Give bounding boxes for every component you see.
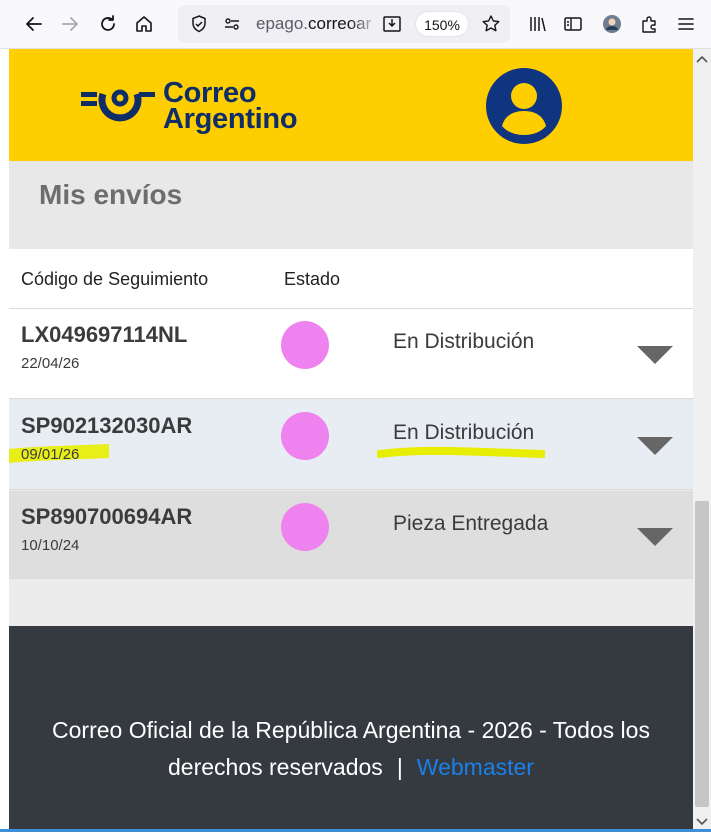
site-header: Correo Argentino — [9, 49, 693, 161]
status-dot-icon — [281, 412, 329, 460]
tracking-code: LX049697114NL — [21, 322, 188, 347]
window-left-edge — [0, 49, 9, 832]
page-viewport: Correo Argentino Mis envíos Código de Se… — [9, 49, 693, 832]
title-section: Mis envíos — [9, 161, 693, 249]
correo-logo-mark-icon — [81, 89, 155, 122]
status-dot-icon — [281, 503, 329, 551]
shipment-row[interactable]: LX049697114NL 22/04/26 En Distribución — [9, 309, 693, 399]
account-avatar-icon[interactable] — [596, 8, 628, 40]
shipment-status: En Distribución — [393, 421, 535, 444]
tracking-code: SP902132030AR — [21, 413, 193, 438]
table-header: Código de Seguimiento Estado — [9, 249, 693, 309]
menu-hamburger-icon[interactable] — [670, 8, 702, 40]
zoom-level-badge[interactable]: 150% — [415, 11, 469, 37]
sidebar-icon[interactable] — [557, 8, 589, 40]
library-icon[interactable] — [521, 8, 553, 40]
column-header-status: Estado — [284, 269, 341, 289]
correo-argentino-logo[interactable]: Correo Argentino — [81, 79, 321, 135]
address-bar[interactable]: epago.correoar 150% — [178, 5, 510, 43]
site-footer: Correo Oficial de la República Argentina… — [9, 626, 693, 832]
permissions-icon[interactable] — [222, 14, 242, 34]
shipment-row[interactable]: SP902132030AR 09/01/26 En Distribución — [9, 400, 693, 490]
bookmark-star-icon[interactable] — [481, 14, 501, 34]
url-fade — [348, 11, 380, 37]
user-profile-icon[interactable] — [486, 68, 562, 144]
shipment-status: Pieza Entregada — [393, 512, 549, 535]
browser-toolbar: epago.correoar 150% — [0, 0, 711, 49]
shipment-status: En Distribución — [393, 330, 535, 353]
status-dot-icon — [281, 321, 329, 369]
scrollbar-thumb[interactable] — [695, 501, 709, 807]
forward-arrow-icon[interactable] — [54, 8, 86, 40]
expand-caret-down-icon[interactable] — [635, 434, 675, 458]
download-page-icon[interactable] — [382, 14, 402, 34]
page-title: Mis envíos — [39, 179, 183, 210]
tracking-code: SP890700694AR — [21, 504, 193, 529]
expand-caret-down-icon[interactable] — [635, 343, 675, 367]
shipment-date: 22/04/26 — [21, 355, 80, 372]
vertical-scrollbar[interactable] — [693, 49, 711, 832]
shipment-date: 09/01/26 — [21, 446, 80, 463]
back-arrow-icon[interactable] — [18, 8, 50, 40]
column-header-tracking: Código de Seguimiento — [21, 269, 209, 289]
scroll-up-arrow-icon[interactable] — [693, 49, 711, 69]
footer-separator: | — [396, 754, 403, 780]
home-icon[interactable] — [128, 8, 160, 40]
extensions-icon[interactable] — [633, 8, 665, 40]
expand-caret-down-icon[interactable] — [635, 525, 675, 549]
shipment-date: 10/10/24 — [21, 537, 80, 554]
content-spacer — [9, 579, 693, 626]
reload-icon[interactable] — [92, 8, 124, 40]
logo-text-argentino: Argentino — [163, 103, 298, 135]
webmaster-link[interactable]: Webmaster — [417, 754, 534, 780]
shipment-row[interactable]: SP890700694AR 10/10/24 Pieza Entregada — [9, 491, 693, 581]
footer-text: Correo Oficial de la República Argentina… — [27, 712, 675, 786]
footer-copyright: Correo Oficial de la República Argentina… — [52, 717, 650, 780]
shield-icon[interactable] — [189, 14, 209, 34]
